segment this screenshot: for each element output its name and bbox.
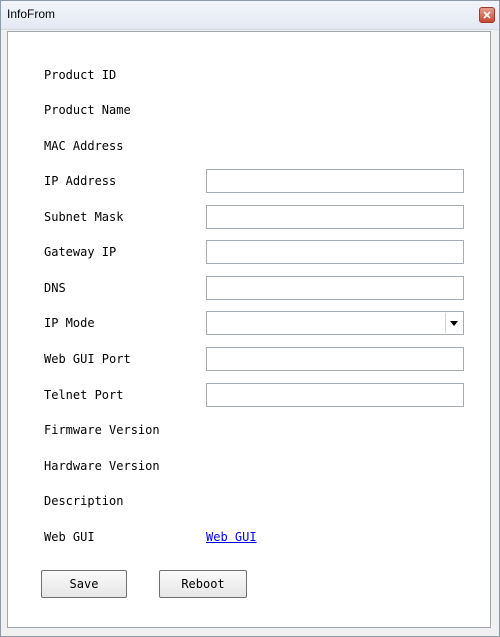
web-gui-port-field[interactable] xyxy=(206,347,464,371)
gateway-ip-field[interactable] xyxy=(206,240,464,264)
ip-address-label: IP Address xyxy=(44,174,117,188)
telnet-port-label: Telnet Port xyxy=(44,388,124,402)
ip-mode-select[interactable] xyxy=(206,311,464,335)
gateway-ip-label: Gateway IP xyxy=(44,245,117,259)
window-title: InfoFrom xyxy=(7,7,56,21)
hardware-version-label: Hardware Version xyxy=(44,459,160,473)
ip-address-field[interactable] xyxy=(206,169,464,193)
close-icon xyxy=(483,11,491,19)
description-label: Description xyxy=(44,494,124,508)
ip-mode-label: IP Mode xyxy=(44,316,95,330)
product-name-label: Product Name xyxy=(44,103,131,117)
mac-address-label: MAC Address xyxy=(44,139,124,153)
reboot-button[interactable]: Reboot xyxy=(159,570,247,598)
save-button[interactable]: Save xyxy=(41,570,127,598)
dropdown-button[interactable] xyxy=(445,313,462,333)
web-gui-link[interactable]: Web GUI xyxy=(206,530,257,544)
subnet-mask-label: Subnet Mask xyxy=(44,210,124,224)
form-panel: Product ID Product Name MAC Address IP A… xyxy=(7,31,491,628)
dns-field[interactable] xyxy=(206,276,464,300)
title-bar[interactable]: InfoFrom xyxy=(1,1,499,30)
web-gui-port-label: Web GUI Port xyxy=(44,352,131,366)
chevron-down-icon xyxy=(450,321,458,326)
close-button[interactable] xyxy=(479,7,495,23)
telnet-port-field[interactable] xyxy=(206,383,464,407)
web-gui-label: Web GUI xyxy=(44,530,95,544)
subnet-mask-field[interactable] xyxy=(206,205,464,229)
info-window: InfoFrom Product ID Product Name MAC Add… xyxy=(0,0,500,637)
firmware-version-label: Firmware Version xyxy=(44,423,160,437)
dns-label: DNS xyxy=(44,281,66,295)
product-id-label: Product ID xyxy=(44,68,117,82)
